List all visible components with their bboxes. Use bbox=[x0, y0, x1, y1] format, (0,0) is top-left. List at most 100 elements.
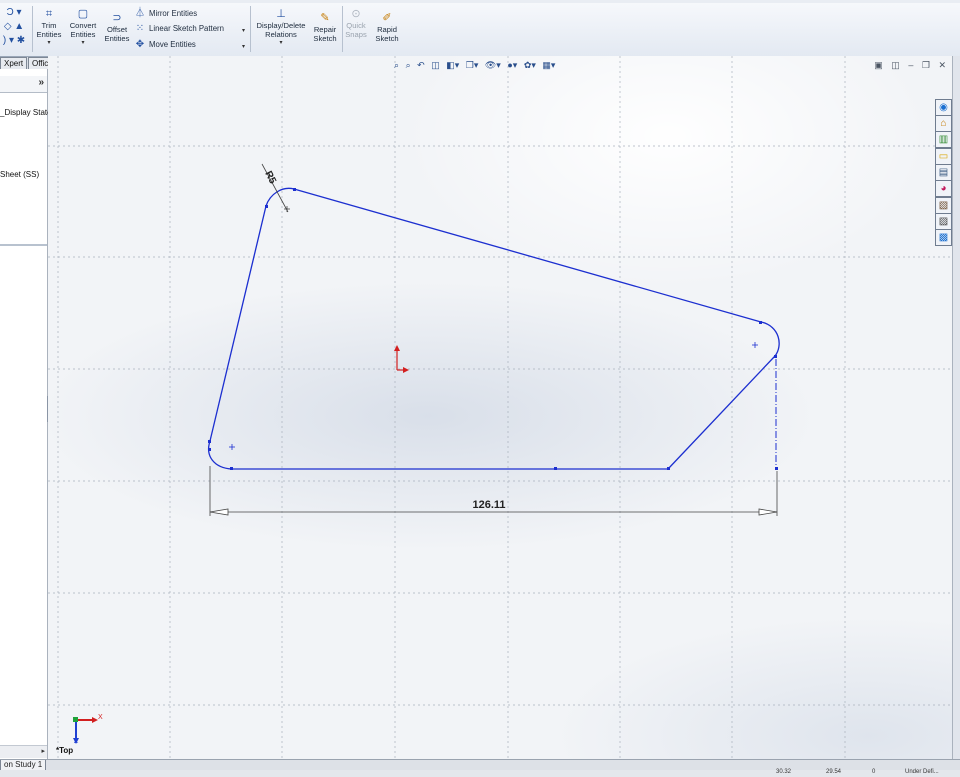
display-delete-label: Display/Delete Relations bbox=[256, 21, 306, 39]
convert-dropdown-icon[interactable]: ▾ bbox=[66, 39, 100, 48]
view-orientation-icon[interactable]: ◧▾ bbox=[446, 60, 459, 70]
fillet-centers bbox=[229, 342, 758, 450]
sketch-points[interactable] bbox=[208, 188, 778, 470]
design-library-icon[interactable]: ⌂ bbox=[935, 115, 952, 132]
restore-icon[interactable]: ❐ bbox=[922, 60, 930, 70]
sketch-line-right-slant[interactable] bbox=[667, 355, 776, 470]
relations-icon: ⊥ bbox=[276, 8, 286, 20]
section-view-icon[interactable]: ◫ bbox=[431, 60, 440, 70]
polygon-icon[interactable]: ◇ ▲ bbox=[0, 20, 28, 34]
edit-appearance-icon[interactable]: ●▾ bbox=[507, 60, 517, 70]
custom-properties-icon[interactable]: ▧ bbox=[935, 197, 952, 214]
origin-icon[interactable] bbox=[394, 345, 409, 373]
viewport-window-controls: ▣ ◫ – ❐ ✕ bbox=[868, 60, 946, 71]
forum-icon[interactable]: ▩ bbox=[935, 229, 952, 246]
repair-sketch-button[interactable]: ✎ Repair Sketch bbox=[310, 12, 340, 43]
linear-pattern-icon: ⁙ bbox=[135, 23, 145, 34]
trim-entities-button[interactable]: ⌗ Trim Entities ▾ bbox=[34, 8, 64, 48]
sketch-line-left[interactable] bbox=[209, 205, 267, 442]
linear-sketch-pattern-button[interactable]: ⁙ Linear Sketch Pattern bbox=[134, 22, 224, 36]
toolbox-icon[interactable]: ▨ bbox=[935, 213, 952, 230]
appearances-icon[interactable]: ◕ bbox=[935, 180, 952, 197]
command-manager-ribbon: Ͻ ▾ ◇ ▲ ) ▾ ✱ ⌗ Trim Entities ▾ ▢ Conver… bbox=[0, 0, 960, 57]
sketch-fillet-left[interactable] bbox=[208, 440, 233, 470]
graphics-area[interactable]: 126.11 R5 ⌕ ⌕ ↶ ◫ ◧▾ ❒▾ 👁▾ ●▾ ✿▾ ▦▾ ▣ ◫ … bbox=[48, 56, 952, 760]
mirror-entities-button[interactable]: ⏃ Mirror Entities bbox=[134, 7, 197, 21]
tab-xpert[interactable]: Xpert bbox=[0, 57, 28, 69]
view-palette-icon[interactable]: ▤ bbox=[935, 164, 952, 181]
convert-label: Convert Entities bbox=[69, 21, 97, 39]
relations-dropdown-icon[interactable]: ▾ bbox=[254, 39, 308, 48]
dimension-value-126[interactable]: 126.11 bbox=[472, 499, 505, 511]
tree-item-sheet[interactable]: Sheet (SS) bbox=[0, 170, 39, 179]
convert-entities-button[interactable]: ▢ Convert Entities ▾ bbox=[66, 8, 100, 48]
trim-icon: ⌗ bbox=[45, 8, 53, 20]
point-icon[interactable]: ) ▾ ✱ bbox=[0, 34, 28, 48]
zoom-fit-icon[interactable]: ⌕ bbox=[394, 60, 399, 70]
scroll-right-icon[interactable]: ▸ bbox=[41, 747, 45, 755]
offset-label: Offset Entities bbox=[104, 25, 130, 43]
apply-scene-icon[interactable]: ✿▾ bbox=[524, 60, 536, 70]
close-icon[interactable]: ✕ bbox=[938, 60, 946, 70]
spline-icon[interactable]: Ͻ ▾ bbox=[0, 6, 28, 20]
mirror-icon: ⏃ bbox=[135, 8, 145, 19]
mirror-label: Mirror Entities bbox=[149, 9, 198, 18]
move-dropdown-icon[interactable]: ▾ bbox=[242, 43, 245, 50]
ribbon-top-strip bbox=[0, 0, 960, 3]
rapid-sketch-icon: ✐ bbox=[382, 12, 392, 24]
move-entities-button[interactable]: ✥ Move Entities bbox=[134, 38, 196, 52]
panel-divider bbox=[0, 244, 47, 246]
folder-icon[interactable]: ▭ bbox=[935, 148, 952, 165]
feature-manager-header: » bbox=[0, 76, 47, 93]
sketch-line-top[interactable] bbox=[293, 188, 762, 323]
sketch-fillet-right[interactable] bbox=[760, 321, 780, 357]
view-settings-icon[interactable]: ▦▾ bbox=[542, 60, 555, 70]
ribbon-separator bbox=[250, 6, 251, 52]
sketch-grid bbox=[48, 56, 952, 760]
status-y-coordinate: 29.54 bbox=[826, 769, 842, 775]
rapid-sketch-button[interactable]: ✐ Rapid Sketch bbox=[372, 12, 402, 43]
horizontal-scrollbar[interactable]: ▸ bbox=[0, 745, 47, 758]
triad-z-label: Z bbox=[74, 738, 79, 745]
viewport-two-icon[interactable]: ◫ bbox=[891, 60, 900, 70]
ribbon-separator bbox=[32, 6, 33, 52]
display-style-icon[interactable]: ❒▾ bbox=[466, 60, 479, 70]
status-x-coordinate: 30.32 bbox=[776, 769, 792, 775]
rapid-label: Rapid Sketch bbox=[375, 25, 399, 43]
status-bar: 30.32 29.54 0 Under Defi... bbox=[0, 769, 960, 777]
status-z-coordinate: 0 bbox=[872, 769, 876, 775]
task-pane-strip bbox=[952, 56, 960, 760]
minimize-icon[interactable]: – bbox=[908, 60, 913, 70]
zoom-area-icon[interactable]: ⌕ bbox=[406, 60, 411, 70]
dimension-arrow-right bbox=[758, 508, 778, 516]
offset-icon: ⊃ bbox=[112, 12, 122, 24]
move-icon: ✥ bbox=[135, 39, 145, 50]
move-label: Move Entities bbox=[149, 40, 196, 49]
dimension-arrow-left bbox=[209, 508, 229, 516]
pattern-dropdown-icon[interactable]: ▾ bbox=[242, 27, 245, 34]
status-sketch-state: Under Defi... bbox=[905, 769, 939, 775]
trim-dropdown-icon[interactable]: ▾ bbox=[34, 39, 64, 48]
trim-label: Trim Entities bbox=[36, 21, 62, 39]
repair-label: Repair Sketch bbox=[313, 25, 337, 43]
sketch-canvas[interactable]: 126.11 R5 bbox=[48, 56, 952, 760]
heads-up-view-toolbar: ⌕ ⌕ ↶ ◫ ◧▾ ❒▾ 👁▾ ●▾ ✿▾ ▦▾ bbox=[394, 60, 559, 74]
linear-pattern-label: Linear Sketch Pattern bbox=[149, 24, 224, 33]
expand-chevron-icon[interactable]: » bbox=[38, 77, 44, 88]
radius-value-r5[interactable]: R5 bbox=[262, 169, 278, 186]
repair-icon: ✎ bbox=[320, 12, 330, 24]
sketch-tools-column[interactable]: Ͻ ▾ ◇ ▲ ) ▾ ✱ bbox=[0, 6, 28, 48]
feature-manager-panel: » _Display State Sheet (SS) ▸ bbox=[0, 69, 52, 759]
previous-view-icon[interactable]: ↶ bbox=[417, 60, 425, 70]
tree-item-display-state[interactable]: _Display State bbox=[0, 108, 52, 117]
offset-entities-button[interactable]: ⊃ Offset Entities bbox=[102, 12, 132, 43]
quick-snaps-icon: ⊙ bbox=[351, 8, 361, 20]
file-explorer-icon[interactable]: ▥ bbox=[935, 131, 952, 148]
viewport-single-icon[interactable]: ▣ bbox=[874, 60, 883, 70]
convert-icon: ▢ bbox=[77, 8, 89, 20]
sketch-profile[interactable] bbox=[208, 187, 780, 470]
hide-show-icon[interactable]: 👁▾ bbox=[485, 60, 501, 70]
solidworks-resources-icon[interactable]: ◉ bbox=[935, 99, 952, 116]
display-delete-relations-button[interactable]: ⊥ Display/Delete Relations ▾ bbox=[254, 8, 308, 48]
quick-snaps-button[interactable]: ⊙ Quick Snaps bbox=[343, 8, 369, 39]
